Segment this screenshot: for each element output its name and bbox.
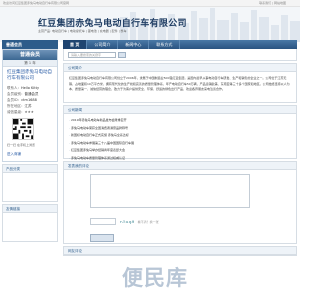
news-item[interactable]: ·赤兔马电动车荣获全国消费者满意品牌称号 (69, 125, 291, 133)
nav-home[interactable]: 首 页 (63, 40, 88, 49)
comments-panel: 网友评论 (63, 246, 297, 256)
news-item[interactable]: ·2019年赤兔马电动车新品发布会隆重召开 (69, 117, 291, 125)
captcha-image[interactable]: r3uq8 (120, 219, 135, 224)
qr-caption: 扫一扫 在手机上浏览 (7, 143, 35, 147)
news-item[interactable]: ·红豆集团赤兔马举办经销商年度表彰大会 (69, 147, 291, 155)
member-level-title: 普通会员 (3, 50, 57, 60)
top-links[interactable]: 联系我们 | 网站地图 (259, 1, 286, 5)
search-button[interactable] (118, 51, 126, 58)
comment-form-panel: 发表我的评论 r3uq8 看不清？换一张 (63, 161, 297, 244)
news-title: 公司新闻 (64, 106, 296, 114)
comment-textarea[interactable] (90, 174, 250, 208)
news-item[interactable]: ·新国标电动自行车正式实施 赤兔马全系达标 (69, 132, 291, 140)
sidebar: 普通会员 普通会员 第 1 年 红豆集团赤兔马电动自行车有限公司 联系人：Hel… (2, 40, 58, 242)
site-watermark: 便民库 (122, 266, 188, 290)
member-section-label: 普通会员 (2, 40, 58, 49)
friend-links-title: 友情链接 (3, 205, 57, 213)
product-category-box: 产品分类 (2, 164, 58, 202)
member-years: 第 1 年 (3, 60, 57, 67)
news-item[interactable]: ·赤兔马电动车参展第三十八届中国国际自行车展 (69, 140, 291, 148)
top-bar: 欢迎访问红豆集团赤兔马电动自行车有限公司官网 联系我们 | 网站地图 (0, 0, 300, 7)
member-card: 普通会员 第 1 年 红豆集团赤兔马电动自行车有限公司 联系人：Hello Ki… (2, 49, 58, 162)
comments-title: 网友评论 (64, 247, 296, 255)
captcha-refresh-link[interactable]: 看不清？换一张 (138, 220, 159, 224)
company-intro-text: 红豆集团赤兔马电动自行车有限公司创立于2006年，隶属于中国制造业500强红豆集… (69, 76, 290, 92)
qr-code-icon (12, 118, 34, 140)
nav-contact[interactable]: 联系方式 (149, 40, 181, 49)
site-header: 红豆集团赤兔马电动自行车有限公司 主营产品: 电动自行车 | 电动摩托车 | 锂… (0, 7, 300, 42)
nav-company-intro[interactable]: 公司简介 (87, 40, 119, 49)
main-nav: 首 页 公司简介 新闻中心 联系方式 (63, 40, 297, 49)
company-subline: 主营产品: 电动自行车 | 电动摩托车 | 锂电池 | 充电器 | 配件 | 整… (38, 29, 127, 33)
search-bar: 请输入要搜索的关键字 (63, 49, 297, 61)
main-content: 首 页 公司简介 新闻中心 联系方式 请输入要搜索的关键字 公司简介 红豆集团赤… (63, 40, 297, 256)
company-intro-title: 公司简介 (64, 64, 296, 72)
comment-form-title: 发表我的评论 (64, 162, 296, 170)
friend-links-box: 友情链接 (2, 204, 58, 242)
company-name: 红豆集团赤兔马电动自行车有限公司 (38, 19, 187, 29)
news-panel: 公司新闻 ·2019年赤兔马电动车新品发布会隆重召开 ·赤兔马电动车荣获全国消费… (63, 105, 297, 160)
search-input[interactable]: 请输入要搜索的关键字 (68, 51, 116, 58)
enter-shop-link[interactable]: 进入商铺 (7, 151, 53, 158)
credit-rating: 诚信星级：★★★ (7, 110, 34, 114)
product-category-title: 产品分类 (3, 165, 57, 173)
captcha-input[interactable] (90, 218, 116, 225)
news-list: ·2019年赤兔马电动车新品发布会隆重召开 ·赤兔马电动车荣获全国消费者满意品牌… (64, 114, 296, 160)
welcome-text: 欢迎访问红豆集团赤兔马电动自行车有限公司官网 (3, 1, 70, 5)
nav-news[interactable]: 新闻中心 (118, 40, 150, 49)
company-intro-panel: 公司简介 红豆集团赤兔马电动自行车有限公司创立于2006年，隶属于中国制造业50… (63, 63, 297, 103)
submit-comment-button[interactable] (90, 234, 114, 242)
member-company-link[interactable]: 红豆集团赤兔马电动自行车有限公司 (7, 70, 53, 82)
captcha-row: r3uq8 看不清？换一张 (90, 218, 290, 225)
comment-form: r3uq8 看不清？换一张 (64, 170, 296, 243)
